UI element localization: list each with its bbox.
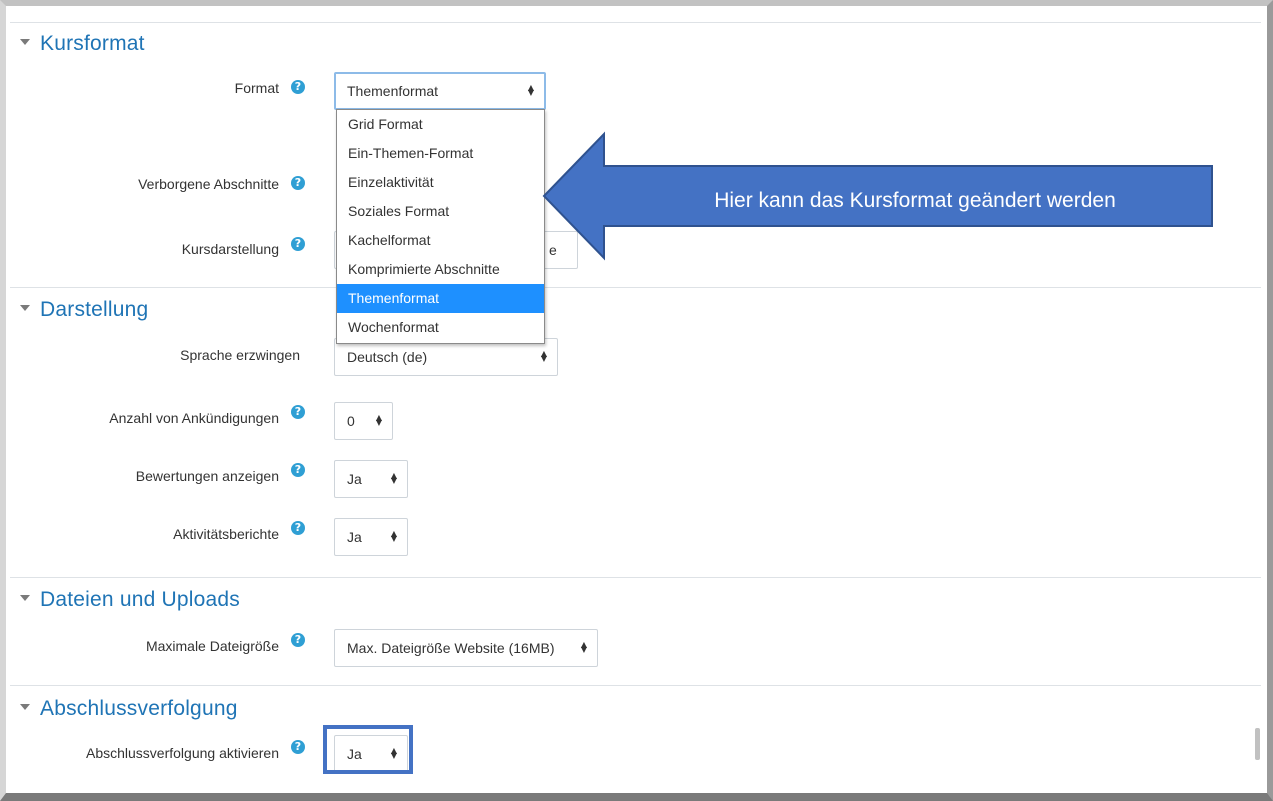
max-file-size-select[interactable]: Max. Dateigröße Website (16MB) ▲ ▼ [334, 629, 598, 667]
dropdown-option[interactable]: Wochenformat [337, 313, 544, 342]
collapse-caret-icon [20, 704, 30, 711]
sort-arrows-icon: ▲ ▼ [580, 640, 587, 654]
collapse-caret-icon [20, 39, 30, 46]
help-icon[interactable]: ? [291, 521, 305, 535]
divider [10, 685, 1261, 686]
select-arrows-icon: ▲ ▼ [391, 461, 397, 497]
section-title: Dateien und Uploads [40, 588, 240, 611]
sort-arrows-icon: ▲ ▼ [375, 413, 382, 427]
select-arrows-icon: ▲ ▼ [376, 403, 382, 439]
section-header-darstellung[interactable]: Darstellung [20, 298, 148, 322]
sort-arrows-icon: ▲ ▼ [390, 529, 397, 543]
dropdown-option[interactable]: Einzelaktivität [337, 168, 544, 197]
select-arrows-icon: ▲ ▼ [541, 339, 547, 375]
sort-arrows-icon: ▲ ▼ [527, 83, 534, 97]
help-icon[interactable]: ? [291, 237, 305, 251]
dropdown-option-selected[interactable]: Themenformat [337, 284, 544, 313]
format-dropdown-list[interactable]: Grid Format Ein-Themen-Format Einzelakti… [336, 109, 545, 344]
help-icon[interactable]: ? [291, 176, 305, 190]
hidden-sections-label: Verborgene Abschnitte [138, 176, 279, 192]
scrollbar-thumb[interactable] [1255, 728, 1260, 760]
grades-label: Bewertungen anzeigen [135, 468, 279, 484]
activity-reports-select-value: Ja [347, 529, 362, 545]
section-header-kursformat[interactable]: Kursformat [20, 32, 145, 56]
format-select-value: Themenformat [347, 83, 439, 99]
section-header-dateien[interactable]: Dateien und Uploads [20, 588, 240, 612]
dropdown-option[interactable]: Soziales Format [337, 197, 544, 226]
help-icon[interactable]: ? [291, 740, 305, 754]
grades-select-value: Ja [347, 471, 362, 487]
dropdown-option[interactable]: Ein-Themen-Format [337, 139, 544, 168]
announcements-label: Anzahl von Ankündigungen [109, 410, 279, 426]
section-header-abschluss[interactable]: Abschlussverfolgung [20, 697, 238, 721]
divider [10, 22, 1261, 23]
select-arrows-icon: ▲ ▼ [581, 630, 587, 666]
divider [10, 577, 1261, 578]
highlight-box [323, 725, 413, 774]
collapse-caret-icon [20, 595, 30, 602]
sort-arrows-icon: ▲ ▼ [540, 349, 547, 363]
section-title: Abschlussverfolgung [40, 697, 238, 720]
announcements-select-value: 0 [347, 413, 355, 429]
dropdown-option[interactable]: Komprimierte Abschnitte [337, 255, 544, 284]
format-select[interactable]: Themenformat ▲ ▼ [334, 72, 546, 110]
grades-select[interactable]: Ja ▲ ▼ [334, 460, 408, 498]
callout-text: Hier kann das Kursformat geändert werden [714, 189, 1116, 212]
completion-tracking-label: Abschlussverfolgung aktivieren [86, 745, 279, 761]
activity-reports-label: Aktivitätsberichte [173, 526, 279, 542]
activity-reports-select[interactable]: Ja ▲ ▼ [334, 518, 408, 556]
format-label: Format [234, 80, 279, 96]
select-arrows-icon: ▲ ▼ [391, 519, 397, 555]
announcements-select[interactable]: 0 ▲ ▼ [334, 402, 393, 440]
language-select-value: Deutsch (de) [347, 349, 428, 365]
max-file-size-select-value: Max. Dateigröße Website (16MB) [347, 640, 555, 656]
sort-arrows-icon: ▲ ▼ [390, 471, 397, 485]
screenshot-frame [0, 0, 1273, 801]
section-title: Kursformat [40, 32, 145, 55]
section-title: Darstellung [40, 298, 149, 321]
max-file-size-label: Maximale Dateigröße [145, 638, 279, 654]
help-icon[interactable]: ? [291, 463, 305, 477]
dropdown-option[interactable]: Grid Format [337, 110, 544, 139]
dropdown-option[interactable]: Kachelformat [337, 226, 544, 255]
help-icon[interactable]: ? [291, 633, 305, 647]
select-arrows-icon: ▲ ▼ [528, 74, 534, 108]
collapse-caret-icon [20, 305, 30, 312]
help-icon[interactable]: ? [291, 405, 305, 419]
help-icon[interactable]: ? [291, 80, 305, 94]
divider [10, 287, 1261, 288]
language-label: Sprache erzwingen [180, 347, 300, 363]
course-layout-label: Kursdarstellung [181, 241, 279, 257]
